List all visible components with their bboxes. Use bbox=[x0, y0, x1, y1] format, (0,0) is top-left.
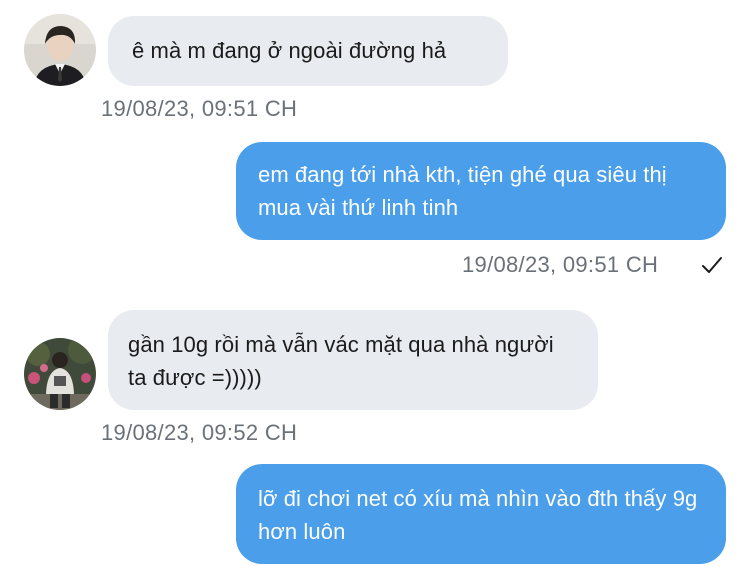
check-icon bbox=[702, 257, 722, 273]
message-bubble-outgoing[interactable]: lỡ đi chơi net có xíu mà nhìn vào đth th… bbox=[236, 464, 726, 564]
message-bubble-incoming[interactable]: ê mà m đang ở ngoài đường hả bbox=[108, 16, 508, 86]
message-bubble-outgoing[interactable]: em đang tới nhà kth, tiện ghé qua siêu t… bbox=[236, 142, 726, 240]
sender-avatar[interactable] bbox=[24, 338, 96, 410]
message-timestamp: 19/08/23, 09:51 CH bbox=[462, 252, 659, 277]
sender-avatar[interactable] bbox=[24, 14, 96, 86]
message-timestamp: 19/08/23, 09:51 CH bbox=[101, 96, 298, 121]
message-text: lỡ đi chơi net có xíu mà nhìn vào đth th… bbox=[258, 486, 698, 544]
message-text: em đang tới nhà kth, tiện ghé qua siêu t… bbox=[258, 162, 667, 220]
message-text: gần 10g rồi mà vẫn vác mặt qua nhà người… bbox=[128, 332, 554, 390]
message-timestamp: 19/08/23, 09:52 CH bbox=[101, 420, 298, 445]
message-text: ê mà m đang ở ngoài đường hả bbox=[132, 38, 447, 63]
message-bubble-incoming[interactable]: gần 10g rồi mà vẫn vác mặt qua nhà người… bbox=[108, 310, 598, 410]
